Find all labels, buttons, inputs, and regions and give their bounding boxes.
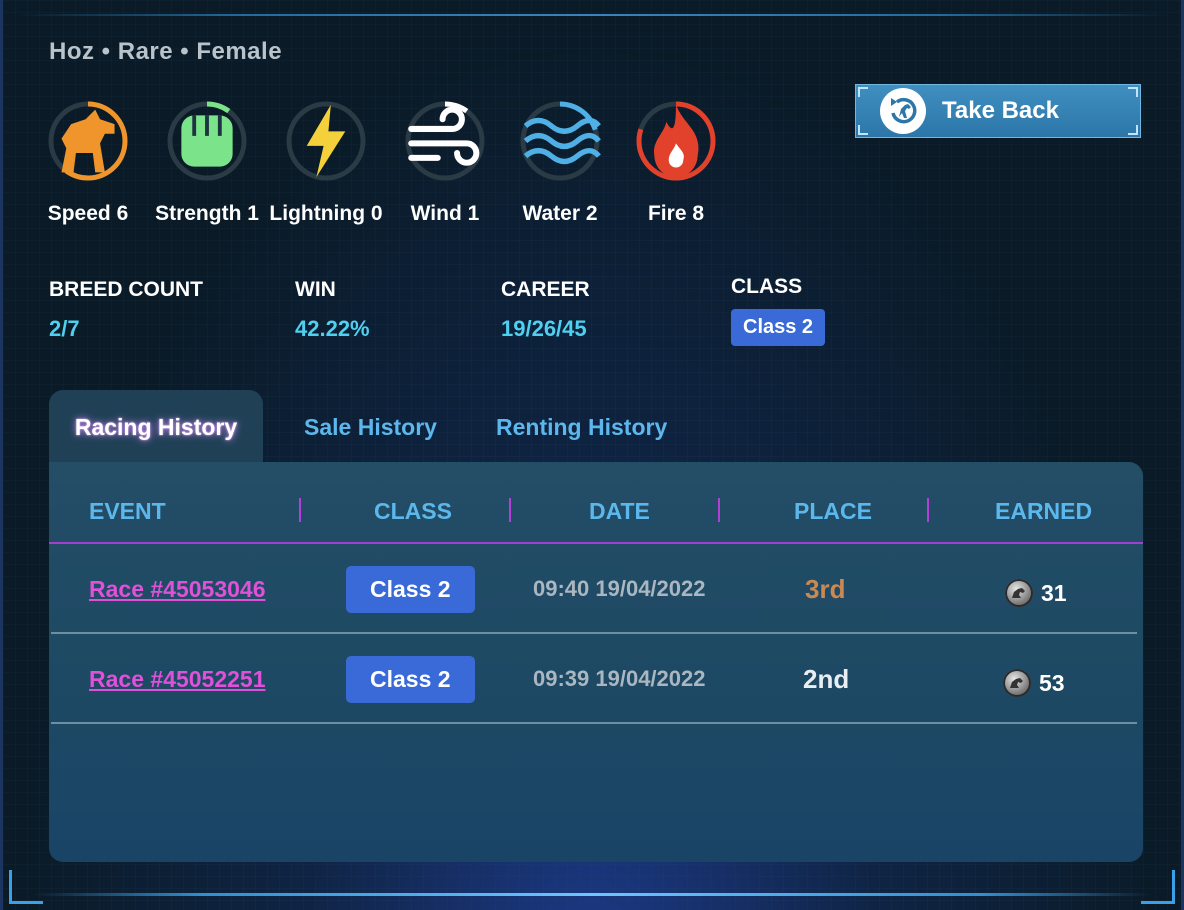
- earned-amount: 53: [1003, 669, 1065, 697]
- win-label: WIN: [295, 278, 336, 301]
- corner-decoration: [1141, 870, 1175, 904]
- column-header-event: EVENT: [89, 498, 166, 524]
- stat-ring: [635, 100, 717, 182]
- stat-strength: Strength 1: [147, 100, 267, 226]
- horse-summary: Hoz • Rare • Female: [49, 38, 283, 65]
- wind-icon: [404, 100, 486, 182]
- stat-wind-label: Wind 1: [410, 202, 480, 225]
- column-header-class: CLASS: [374, 498, 452, 524]
- column-separator: [718, 498, 720, 522]
- column-header-date: DATE: [589, 498, 650, 524]
- stat-ring: [47, 100, 129, 182]
- fire-icon: [635, 100, 717, 182]
- stat-ring: [166, 100, 248, 182]
- tab-racing-history[interactable]: Racing History: [49, 390, 263, 464]
- race-place: 2nd: [803, 663, 850, 694]
- lightning-icon: [285, 100, 367, 182]
- race-date: 09:39 19/04/2022: [533, 666, 706, 691]
- win-rate: WIN 42.22%: [295, 278, 370, 342]
- career-value: 19/26/45: [501, 316, 587, 341]
- stat-lightning-label: Lightning 0: [269, 202, 383, 225]
- tab-renting-history[interactable]: Renting History: [496, 390, 667, 464]
- column-header-earned: EARNED: [995, 498, 1093, 524]
- top-border: [13, 14, 1171, 16]
- earned-amount: 31: [1005, 579, 1067, 607]
- stat-fire: Fire 8: [616, 100, 736, 226]
- stat-ring: [404, 100, 486, 182]
- earned-value: 31: [1041, 579, 1067, 606]
- horse-detail-panel: Hoz • Rare • Female Take Back Speed 6 St…: [0, 0, 1184, 910]
- race-link[interactable]: Race #45053046: [89, 576, 266, 603]
- coin-icon: [1003, 669, 1031, 697]
- stat-ring: [519, 100, 601, 182]
- column-separator: [509, 498, 511, 522]
- water-icon: [519, 100, 601, 182]
- corner-decoration: [9, 870, 43, 904]
- horse-icon: [47, 100, 129, 182]
- table-row: Race #45052251 Class 2 09:39 19/04/2022 …: [51, 634, 1137, 724]
- win-value: 42.22%: [295, 316, 370, 341]
- earned-value: 53: [1039, 669, 1065, 696]
- column-separator: [927, 498, 929, 522]
- stat-water-label: Water 2: [522, 202, 598, 225]
- table-header: EVENT CLASS DATE PLACE EARNED: [49, 462, 1143, 544]
- career: CAREER 19/26/45: [501, 278, 590, 342]
- breed-count-value: 2/7: [49, 316, 80, 341]
- coin-icon: [1005, 579, 1033, 607]
- breed-count-label: BREED COUNT: [49, 278, 204, 301]
- stat-lightning: Lightning 0: [266, 100, 386, 226]
- stat-speed-label: Speed 6: [47, 202, 129, 225]
- stat-wind: Wind 1: [385, 100, 505, 226]
- class-badge: Class 2: [346, 565, 475, 613]
- class-info: CLASS Class 2: [731, 275, 826, 346]
- race-place: 3rd: [805, 573, 846, 604]
- history-tabs: Racing History Sale History Renting Hist…: [49, 390, 689, 464]
- take-back-label: Take Back: [942, 97, 1059, 124]
- horse-return-icon: [880, 88, 926, 134]
- stat-fire-label: Fire 8: [647, 202, 705, 225]
- racing-history-table: EVENT CLASS DATE PLACE EARNED Race #4505…: [49, 462, 1143, 862]
- fist-icon: [166, 100, 248, 182]
- stat-strength-label: Strength 1: [155, 202, 259, 225]
- tab-sale-history[interactable]: Sale History: [304, 390, 437, 464]
- table-row: Race #45053046 Class 2 09:40 19/04/2022 …: [51, 544, 1137, 634]
- bottom-border: [33, 893, 1151, 896]
- stat-water: Water 2: [500, 100, 620, 226]
- race-date: 09:40 19/04/2022: [533, 576, 706, 601]
- column-separator: [299, 498, 301, 522]
- take-back-button[interactable]: Take Back: [855, 84, 1141, 138]
- class-badge: Class 2: [346, 655, 475, 703]
- class-badge: Class 2: [731, 309, 826, 346]
- stat-ring: [285, 100, 367, 182]
- breed-count: BREED COUNT 2/7: [49, 278, 203, 342]
- class-label: CLASS: [731, 275, 803, 298]
- stat-speed: Speed 6: [28, 100, 148, 226]
- race-link[interactable]: Race #45052251: [89, 666, 266, 693]
- career-label: CAREER: [501, 278, 590, 301]
- column-header-place: PLACE: [794, 498, 872, 524]
